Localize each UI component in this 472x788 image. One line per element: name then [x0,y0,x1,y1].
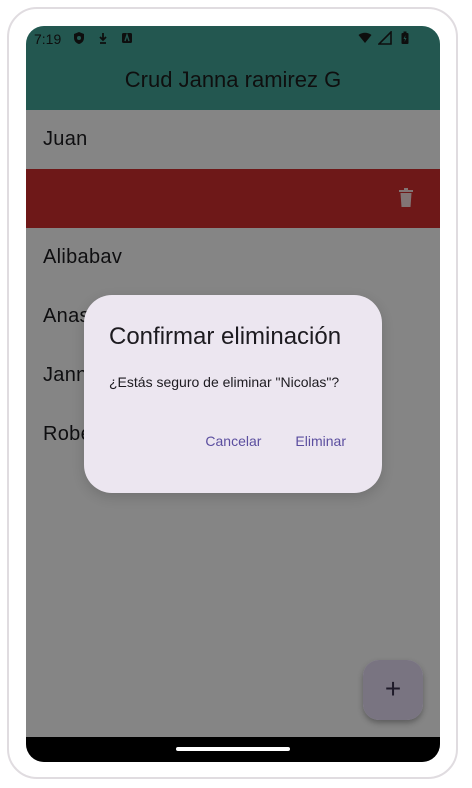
fab-scrim [363,660,423,720]
confirm-delete-dialog: Confirmar eliminación ¿Estás seguro de e… [84,295,382,493]
dialog-message: ¿Estás seguro de eliminar "Nicolas"? [109,374,340,390]
home-gesture-handle[interactable] [176,747,290,751]
dialog-actions: Cancelar Eliminar [193,423,358,459]
cancel-button[interactable]: Cancelar [193,423,273,459]
phone-screen: 7:19 Crud Janna ramirez G Juan Alibabav … [26,26,440,762]
dialog-title: Confirmar eliminación [109,323,342,350]
system-nav-bar [26,737,440,762]
add-fab-button[interactable]: + [363,660,423,720]
delete-button[interactable]: Eliminar [283,423,358,459]
